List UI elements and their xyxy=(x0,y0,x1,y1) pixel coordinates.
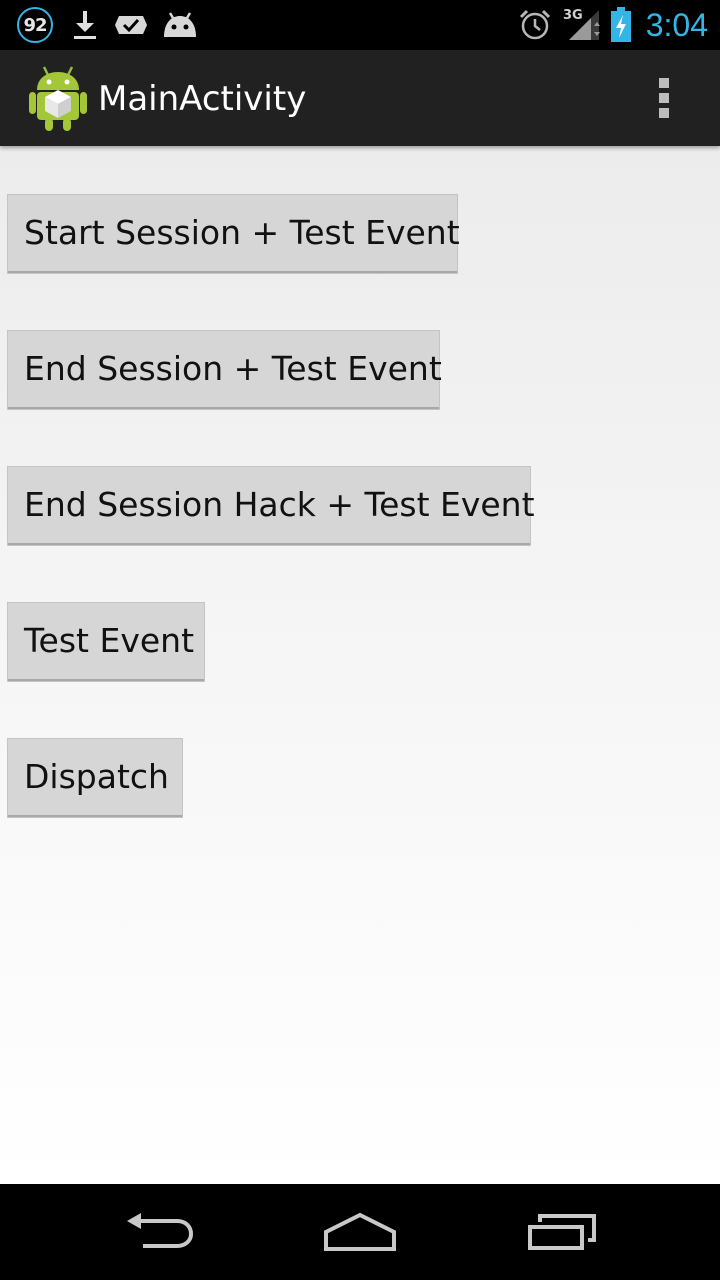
home-icon[interactable] xyxy=(280,1184,440,1280)
main-content: Start Session + Test Event End Session +… xyxy=(0,146,720,1184)
start-session-button[interactable]: Start Session + Test Event xyxy=(8,195,460,273)
navigation-bar xyxy=(0,1184,720,1280)
menu-dot xyxy=(659,93,669,103)
back-icon[interactable] xyxy=(80,1184,240,1280)
screen: 92 3G 3:04 MainActivity Start Session + … xyxy=(0,0,720,1280)
action-bar: MainActivity xyxy=(0,50,720,146)
menu-dot xyxy=(659,78,669,88)
end-session-hack-button[interactable]: End Session Hack + Test Event xyxy=(8,467,535,545)
android-app-icon[interactable] xyxy=(28,64,88,132)
end-session-button[interactable]: End Session + Test Event xyxy=(8,331,442,409)
battery-charging-icon xyxy=(606,0,636,50)
dispatch-button[interactable]: Dispatch xyxy=(8,739,182,817)
status-bar: 92 3G 3:04 xyxy=(0,0,720,50)
status-clock: 3:04 xyxy=(645,7,708,43)
recent-apps-icon[interactable] xyxy=(482,1184,642,1280)
notification-count-icon: 92 xyxy=(17,7,53,43)
signal-icon xyxy=(566,0,602,50)
alarm-icon xyxy=(516,0,554,50)
page-title: MainActivity xyxy=(98,79,307,119)
test-event-button[interactable]: Test Event xyxy=(8,603,204,681)
android-debug-icon xyxy=(160,0,200,50)
menu-dot xyxy=(659,108,669,118)
overflow-menu-icon[interactable] xyxy=(646,76,682,120)
task-check-icon xyxy=(112,0,150,50)
download-icon xyxy=(68,0,102,50)
